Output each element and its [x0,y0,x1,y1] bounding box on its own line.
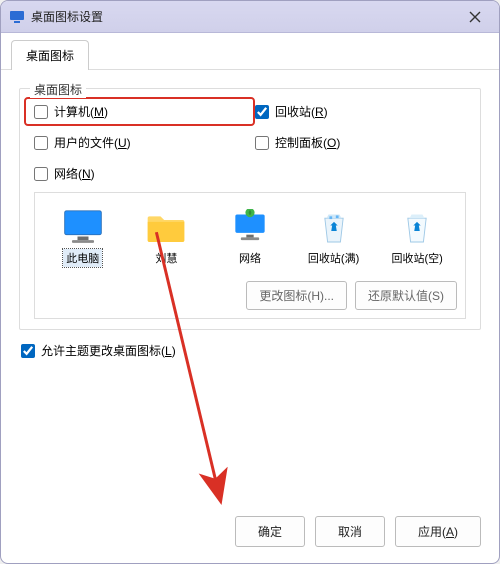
checkbox-allow-themes-label: 允许主题更改桌面图标(L) [41,342,176,359]
checkbox-network-label: 网络(N) [54,165,95,182]
desktop-icons-group: 桌面图标 计算机(M) 回收站(R) 用户的文件(U) [19,88,481,330]
ok-button[interactable]: 确定 [235,516,305,547]
checkbox-cpanel-label: 控制面板(O) [275,134,340,151]
close-button[interactable] [459,3,491,31]
icon-item-this-pc[interactable]: 此电脑 [43,205,123,271]
checkbox-allow-themes-input[interactable] [21,344,35,358]
highlight-computer: 计算机(M) [24,97,255,126]
titlebar: 桌面图标设置 [1,1,499,33]
checkbox-computer-label: 计算机(M) [54,103,108,120]
folder-icon [144,209,188,245]
icon-item-user-folder[interactable]: 刘慧 [127,205,207,271]
monitor-icon [61,209,105,245]
cancel-button[interactable]: 取消 [315,516,385,547]
change-icon-button[interactable]: 更改图标(H)... [246,281,347,310]
icon-preview-panel: 此电脑 刘慧 网络 [34,192,466,319]
checkbox-computer[interactable]: 计算机(M) [34,103,245,120]
window-title: 桌面图标设置 [31,8,103,25]
dialog-window: 桌面图标设置 桌面图标 桌面图标 计算机(M) 回收站(R) [0,0,500,564]
icon-item-recycle-full[interactable]: 回收站(满) [294,205,374,271]
recycle-full-icon [312,209,356,245]
checkbox-network-input[interactable] [34,167,48,181]
checkbox-recycle-label: 回收站(R) [275,103,328,120]
checkbox-userfiles-label: 用户的文件(U) [54,134,131,151]
icon-item-network[interactable]: 网络 [210,205,290,271]
checkbox-computer-input[interactable] [34,105,48,119]
checkbox-allow-themes[interactable]: 允许主题更改桌面图标(L) [19,330,481,371]
restore-default-button[interactable]: 还原默认值(S) [355,281,457,310]
footer-buttons: 确定 取消 应用(A) [1,504,499,563]
checkbox-user-files[interactable]: 用户的文件(U) [34,134,245,151]
checkbox-network[interactable]: 网络(N) [34,165,245,182]
checkbox-cpanel-input[interactable] [255,136,269,150]
icon-item-recycle-empty[interactable]: 回收站(空) [377,205,457,271]
app-icon [9,9,25,25]
group-title: 桌面图标 [30,81,86,98]
apply-button[interactable]: 应用(A) [395,516,481,547]
checkbox-control-panel[interactable]: 控制面板(O) [255,134,466,151]
checkbox-userfiles-input[interactable] [34,136,48,150]
content-area: 桌面图标 计算机(M) 回收站(R) 用户的文件(U) [1,70,499,504]
network-icon [228,209,272,245]
checkbox-recycle-input[interactable] [255,105,269,119]
tab-desktop-icons[interactable]: 桌面图标 [11,40,89,70]
tab-strip: 桌面图标 [1,33,499,70]
checkbox-recycle-bin[interactable]: 回收站(R) [255,103,466,120]
recycle-empty-icon [395,209,439,245]
